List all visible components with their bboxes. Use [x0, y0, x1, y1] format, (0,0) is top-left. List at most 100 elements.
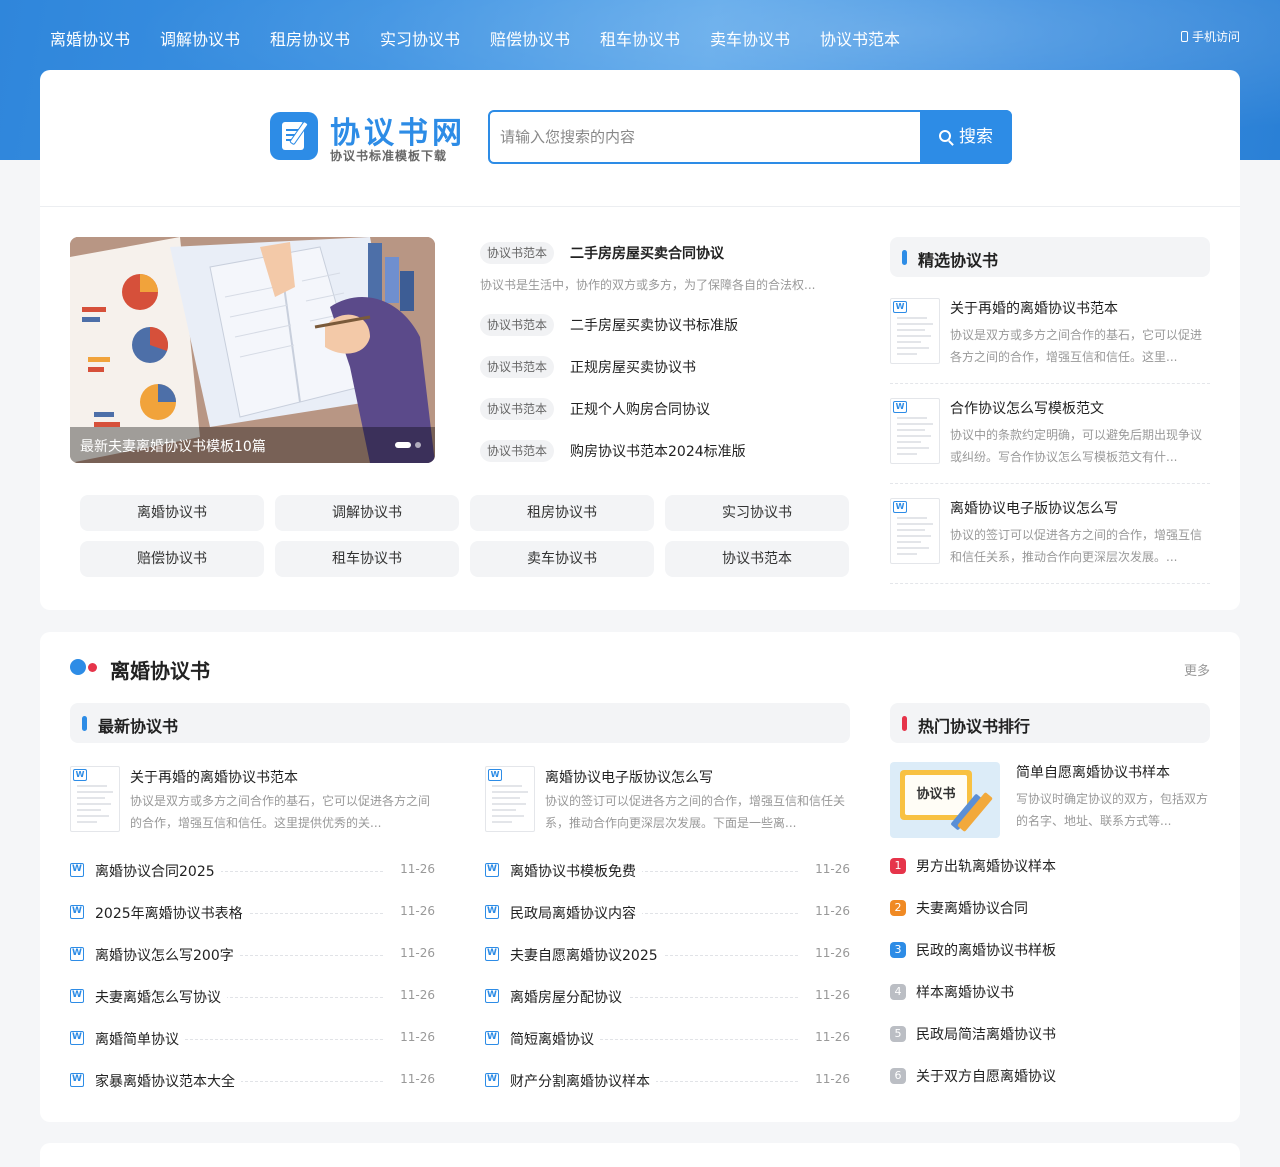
nav-item-divorce[interactable]: 离婚协议书 — [50, 26, 130, 50]
category-tag[interactable]: 协议书范本 — [480, 398, 555, 420]
list-item[interactable]: W 2025年离婚协议书表格 11-26 — [70, 902, 435, 924]
list-item[interactable]: W 离婚协议书模板免费 11-26 — [485, 860, 850, 882]
list-item-title[interactable]: 夫妻自愿离婚协议2025 — [510, 945, 664, 965]
category-button-mediation[interactable]: 调解协议书 — [275, 495, 459, 531]
rank-item-title[interactable]: 样本离婚协议书 — [916, 982, 1014, 1002]
category-button-compensation[interactable]: 赔偿协议书 — [80, 541, 264, 577]
list-item-title[interactable]: 离婚协议合同2025 — [95, 861, 221, 881]
list-item-title[interactable]: 离婚房屋分配协议 — [510, 987, 628, 1007]
list-item-title[interactable]: 家暴离婚协议范本大全 — [95, 1071, 241, 1091]
nav-item-rental[interactable]: 租房协议书 — [270, 26, 350, 50]
hot-featured-item[interactable]: 协议书 简单自愿离婚协议书样本 写协议时确定协议的双方，包括双方的名字、地址、联… — [890, 762, 1210, 838]
rank-item-title[interactable]: 民政局简洁离婚协议书 — [916, 1024, 1056, 1044]
list-item-title[interactable]: 夫妻离婚怎么写协议 — [95, 987, 227, 1007]
featured-item[interactable]: W 离婚协议电子版协议怎么写 协议的签订可以促进各方之间的合作，增强互信和信任关… — [890, 498, 1210, 584]
hot-featured-title[interactable]: 简单自愿离婚协议书样本 — [1016, 762, 1170, 782]
search-button[interactable]: 搜索 — [920, 110, 1012, 164]
list-item-title[interactable]: 离婚简单协议 — [95, 1029, 185, 1049]
featured-item-title[interactable]: 离婚协议电子版协议怎么写 — [950, 498, 1118, 518]
featured-item[interactable]: W 合作协议怎么写模板范文 协议中的条款约定明确，可以避免后期出现争议或纠纷。写… — [890, 398, 1210, 484]
category-tag[interactable]: 协议书范本 — [480, 356, 555, 378]
category-button-divorce[interactable]: 离婚协议书 — [80, 495, 264, 531]
list-item-date: 11-26 — [809, 862, 850, 876]
featured-item-desc: 协议的签订可以促进各方之间的合作，增强互信和信任关系，推动合作向更深层次发展。.… — [950, 528, 1203, 564]
word-doc-icon: W — [485, 989, 499, 1003]
rank-item-title[interactable]: 夫妻离婚协议合同 — [916, 898, 1028, 918]
phone-icon — [1180, 31, 1188, 42]
list-item[interactable]: W 离婚简单协议 11-26 — [70, 1028, 435, 1050]
category-button-templates[interactable]: 协议书范本 — [665, 541, 849, 577]
category-button-car-rental[interactable]: 租车协议书 — [275, 541, 459, 577]
rank-item[interactable]: 6 关于双方自愿离婚协议 — [890, 1065, 1210, 1087]
mobile-access-link[interactable]: 手机访问 — [1180, 28, 1240, 45]
rank-item[interactable]: 3 民政的离婚协议书样板 — [890, 939, 1210, 961]
list-item-title[interactable]: 离婚协议书模板免费 — [510, 861, 642, 881]
nav-item-car-rental[interactable]: 租车协议书 — [600, 26, 680, 50]
rank-item[interactable]: 5 民政局简洁离婚协议书 — [890, 1023, 1210, 1045]
rank-number: 1 — [890, 858, 906, 874]
headline-title[interactable]: 正规房屋买卖协议书 — [570, 357, 696, 377]
rank-item[interactable]: 2 夫妻离婚协议合同 — [890, 897, 1210, 919]
list-item-title[interactable]: 2025年离婚协议书表格 — [95, 903, 249, 923]
word-doc-icon: W — [485, 947, 499, 961]
rank-item[interactable]: 1 男方出轨离婚协议样本 — [890, 855, 1210, 877]
word-doc-icon: W — [70, 863, 84, 877]
more-link[interactable]: 更多 — [1184, 660, 1210, 679]
banner-slide[interactable]: 最新夫妻离婚协议书模板10篇 — [70, 237, 435, 463]
category-tag[interactable]: 协议书范本 — [480, 440, 555, 462]
headline-title[interactable]: 二手房屋买卖协议书标准版 — [570, 315, 738, 335]
list-item[interactable]: 协议书范本 购房协议书范本2024标准版 — [480, 438, 850, 462]
headline-title[interactable]: 正规个人购房合同协议 — [570, 399, 710, 419]
list-item[interactable]: 协议书范本 正规个人购房合同协议 — [480, 396, 850, 420]
nav-item-mediation[interactable]: 调解协议书 — [160, 26, 240, 50]
category-button-rental[interactable]: 租房协议书 — [470, 495, 654, 531]
list-item-title[interactable]: 民政局离婚协议内容 — [510, 903, 642, 923]
latest-featured-item[interactable]: W 离婚协议电子版协议怎么写 协议的签订可以促进各方之间的合作，增强互信和信任关… — [485, 766, 855, 836]
rank-item[interactable]: 4 样本离婚协议书 — [890, 981, 1210, 1003]
site-logo[interactable]: 协议书网 协议书标准模板下载 — [270, 110, 480, 170]
list-item[interactable]: W 离婚协议合同2025 11-26 — [70, 860, 435, 882]
category-tag[interactable]: 协议书范本 — [480, 314, 555, 336]
list-item-title[interactable]: 财产分割离婚协议样本 — [510, 1071, 656, 1091]
list-item[interactable]: W 家暴离婚协议范本大全 11-26 — [70, 1070, 435, 1092]
headline-desc: 协议书是生活中，协作的双方或多方，为了保障各自的合法权... — [480, 278, 816, 292]
list-item[interactable]: 协议书范本 二手房屋买卖协议书标准版 — [480, 312, 850, 336]
list-item-date: 11-26 — [394, 904, 435, 918]
rank-item-title[interactable]: 关于双方自愿离婚协议 — [916, 1066, 1056, 1086]
nav-item-templates[interactable]: 协议书范本 — [820, 26, 900, 50]
category-button-car-sale[interactable]: 卖车协议书 — [470, 541, 654, 577]
category-tag[interactable]: 协议书范本 — [480, 242, 555, 264]
featured-item[interactable]: W 关于再婚的离婚协议书范本 协议是双方或多方之间合作的基石，它可以促进各方之间… — [890, 298, 1210, 384]
headline-title[interactable]: 二手房房屋买卖合同协议 — [570, 243, 724, 263]
heading-bar — [902, 716, 907, 731]
latest-featured-title[interactable]: 关于再婚的离婚协议书范本 — [130, 767, 298, 787]
rank-item-title[interactable]: 民政的离婚协议书样板 — [916, 940, 1056, 960]
search-input[interactable] — [500, 124, 910, 150]
list-item[interactable]: W 财产分割离婚协议样本 11-26 — [485, 1070, 850, 1092]
featured-heading: 精选协议书 — [890, 237, 1210, 277]
list-item[interactable]: W 简短离婚协议 11-26 — [485, 1028, 850, 1050]
list-item-title[interactable]: 离婚协议怎么写200字 — [95, 945, 240, 965]
nav-item-car-sale[interactable]: 卖车协议书 — [710, 26, 790, 50]
banner-caption: 最新夫妻离婚协议书模板10篇 — [70, 427, 435, 463]
list-item-date: 11-26 — [394, 1072, 435, 1086]
featured-item-title[interactable]: 关于再婚的离婚协议书范本 — [950, 298, 1118, 318]
list-item[interactable]: W 夫妻离婚怎么写协议 11-26 — [70, 986, 435, 1008]
rank-item-title[interactable]: 男方出轨离婚协议样本 — [916, 856, 1056, 876]
carousel-dots[interactable] — [391, 442, 421, 461]
hot-featured-image[interactable]: 协议书 — [890, 762, 1000, 838]
list-item[interactable]: W 离婚协议怎么写200字 11-26 — [70, 944, 435, 966]
category-button-internship[interactable]: 实习协议书 — [665, 495, 849, 531]
list-item[interactable]: W 夫妻自愿离婚协议2025 11-26 — [485, 944, 850, 966]
list-item[interactable]: 协议书范本 正规房屋买卖协议书 — [480, 354, 850, 378]
list-item-title[interactable]: 简短离婚协议 — [510, 1029, 600, 1049]
list-item[interactable]: W 离婚房屋分配协议 11-26 — [485, 986, 850, 1008]
nav-item-compensation[interactable]: 赔偿协议书 — [490, 26, 570, 50]
nav-item-internship[interactable]: 实习协议书 — [380, 26, 460, 50]
headline-title[interactable]: 购房协议书范本2024标准版 — [570, 441, 746, 461]
latest-featured-title[interactable]: 离婚协议电子版协议怎么写 — [545, 767, 713, 787]
list-item[interactable]: W 民政局离婚协议内容 11-26 — [485, 902, 850, 924]
list-item[interactable]: 协议书范本 二手房房屋买卖合同协议 协议书是生活中，协作的双方或多方，为了保障各… — [480, 240, 850, 292]
featured-item-title[interactable]: 合作协议怎么写模板范文 — [950, 398, 1104, 418]
latest-featured-item[interactable]: W 关于再婚的离婚协议书范本 协议是双方或多方之间合作的基石，它可以促进各方之间… — [70, 766, 440, 836]
